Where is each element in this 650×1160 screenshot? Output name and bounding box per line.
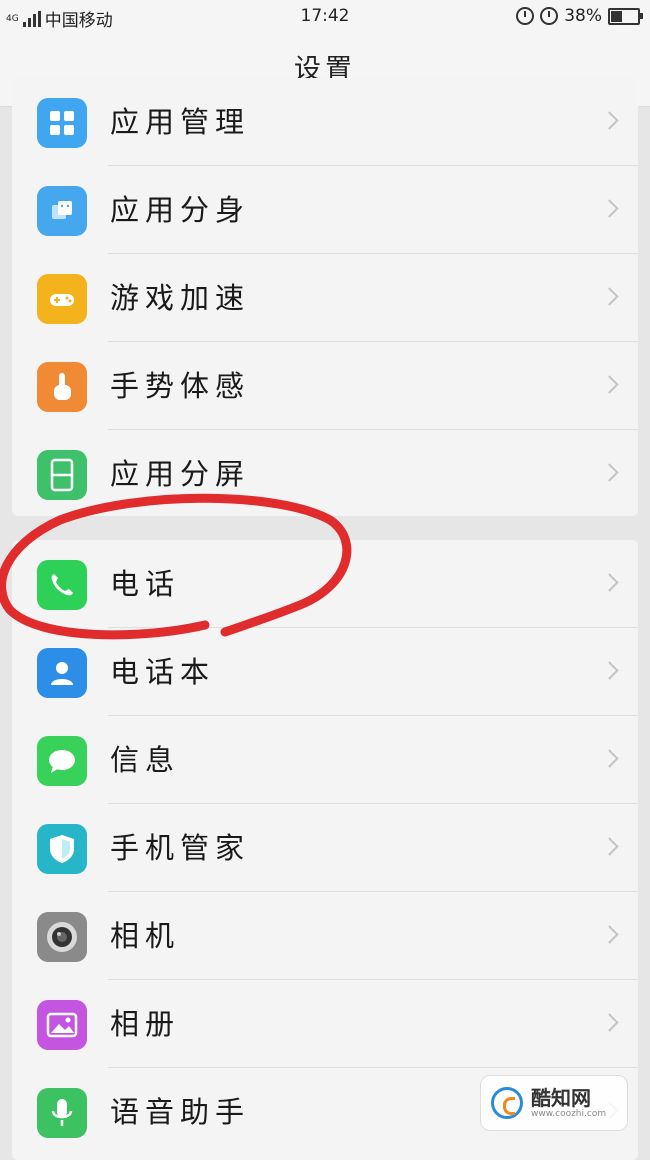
chevron-right-icon xyxy=(600,925,619,944)
hand-gesture-icon xyxy=(37,362,87,412)
chevron-right-icon xyxy=(600,375,619,394)
gamepad-rocket-icon xyxy=(37,274,87,324)
chevron-right-icon xyxy=(600,199,619,218)
settings-item-label: 应用管理 xyxy=(110,105,251,139)
phone-icon xyxy=(37,560,87,610)
settings-item-label: 游戏加速 xyxy=(110,281,251,315)
android-icon xyxy=(37,186,87,236)
grid-icon xyxy=(37,98,87,148)
settings-group-apps: 应用管理 应用分身 游戏加速 手势体感 应用分屏 xyxy=(12,78,638,516)
battery-fill xyxy=(611,10,622,22)
chevron-right-icon xyxy=(600,573,619,592)
settings-item-app-management[interactable]: 应用管理 xyxy=(12,78,638,166)
battery-percent: 38% xyxy=(564,6,602,26)
settings-item-label: 手机管家 xyxy=(110,831,251,865)
settings-item-game-boost[interactable]: 游戏加速 xyxy=(12,254,638,342)
status-right: 38% xyxy=(516,6,643,26)
settings-item-label: 应用分屏 xyxy=(110,457,251,491)
status-bar: 4G 中国移动 17:42 38% xyxy=(0,0,650,34)
settings-item-label: 信息 xyxy=(110,743,181,777)
settings-item-label: 相册 xyxy=(110,1007,181,1041)
settings-item-camera[interactable]: 相机 xyxy=(12,892,638,980)
chevron-right-icon xyxy=(600,749,619,768)
lock-rotation-icon xyxy=(516,7,535,25)
settings-item-phone-manager[interactable]: 手机管家 xyxy=(12,804,638,892)
message-icon xyxy=(37,736,87,786)
settings-item-label: 电话 xyxy=(110,567,181,601)
settings-item-label: 应用分身 xyxy=(110,193,251,227)
settings-item-label: 电话本 xyxy=(110,655,216,689)
settings-item-phone[interactable]: 电话 xyxy=(12,540,638,628)
settings-item-messages[interactable]: 信息 xyxy=(12,716,638,804)
microphone-icon xyxy=(37,1088,87,1138)
settings-group-system-apps: 电话 电话本 信息 手机管家 相机 相册 语音助手 xyxy=(12,540,638,1160)
watermark-url: www.coozhi.com xyxy=(531,1109,607,1119)
settings-item-app-clone[interactable]: 应用分身 xyxy=(12,166,638,254)
chevron-right-icon xyxy=(600,463,619,482)
watermark-name: 酷知网 xyxy=(531,1086,591,1110)
settings-item-gesture[interactable]: 手势体感 xyxy=(12,342,638,430)
settings-item-split-screen[interactable]: 应用分屏 xyxy=(12,430,638,516)
split-screen-icon xyxy=(37,450,87,500)
gallery-icon xyxy=(37,1000,87,1050)
watermark-badge: 酷知网 www.coozhi.com xyxy=(480,1075,628,1131)
settings-item-gallery[interactable]: 相册 xyxy=(12,980,638,1068)
camera-icon xyxy=(37,912,87,962)
chevron-right-icon xyxy=(600,111,619,130)
settings-item-label: 手势体感 xyxy=(110,369,251,403)
settings-item-label: 语音助手 xyxy=(110,1095,251,1129)
settings-item-label: 相机 xyxy=(110,919,181,953)
chevron-right-icon xyxy=(600,661,619,680)
shield-icon xyxy=(37,824,87,874)
battery-icon xyxy=(608,7,643,25)
contacts-icon xyxy=(37,648,87,698)
alarm-icon xyxy=(540,7,559,25)
watermark-text: 酷知网 www.coozhi.com xyxy=(531,1087,606,1119)
chevron-right-icon xyxy=(600,837,619,856)
settings-item-contacts[interactable]: 电话本 xyxy=(12,628,638,716)
chevron-right-icon xyxy=(600,1013,619,1032)
coozhi-logo-icon xyxy=(491,1087,523,1119)
chevron-right-icon xyxy=(600,287,619,306)
